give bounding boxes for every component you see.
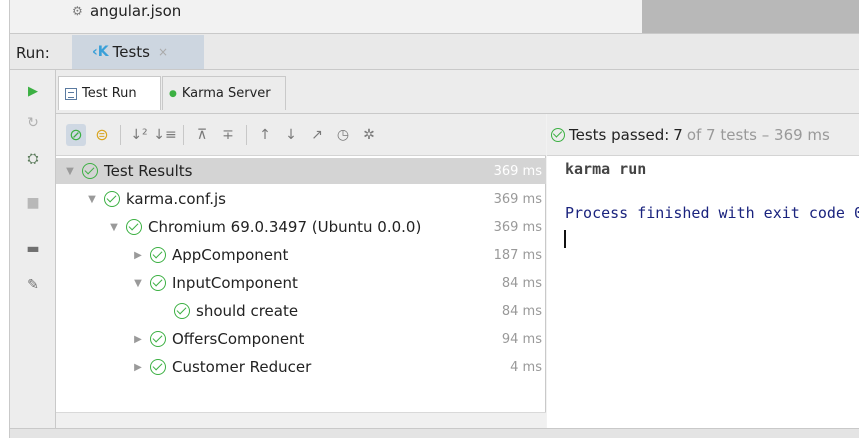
run-label: Run: xyxy=(16,44,50,62)
run-sub-tabs: Test Run ● Karma Server xyxy=(56,70,859,114)
chevron-right-icon[interactable]: ▶ xyxy=(132,362,144,373)
tree-row-time: 369 ms xyxy=(493,163,542,179)
chevron-down-icon[interactable]: ▼ xyxy=(108,222,120,233)
passed-check-icon xyxy=(174,303,190,319)
chevron-down-icon[interactable]: ▼ xyxy=(132,278,144,289)
console-command-line: karma run xyxy=(565,160,647,178)
console-process-line: Process finished with exit code 0 xyxy=(565,204,859,222)
tree-row-label: OffersComponent xyxy=(172,330,305,348)
tab-karma-server[interactable]: ● Karma Server xyxy=(162,76,286,110)
tree-row-should-create[interactable]: should create 84 ms xyxy=(56,298,546,324)
tab-karma-server-label: Karma Server xyxy=(181,86,271,101)
tree-row-karma-conf[interactable]: ▼ karma.conf.js 369 ms xyxy=(56,186,546,212)
tree-row-label: Customer Reducer xyxy=(172,358,312,376)
run-tool-window-header: Run: ‹K Tests × xyxy=(10,34,859,70)
passed-check-icon xyxy=(82,163,98,179)
tab-test-run[interactable]: Test Run xyxy=(58,76,161,110)
editor-area-placeholder xyxy=(642,0,859,33)
tab-tests[interactable]: ‹K Tests × xyxy=(72,35,204,69)
tab-tests-label: Tests xyxy=(112,43,150,61)
passed-check-icon xyxy=(150,247,166,263)
toolbar-separator xyxy=(246,124,247,145)
console-output[interactable]: karma run Process finished with exit cod… xyxy=(547,156,859,438)
tree-row-time: 84 ms xyxy=(501,303,542,319)
status-suffix: of 7 tests – 369 ms xyxy=(686,125,830,144)
tree-row-label: Test Results xyxy=(104,162,193,180)
chevron-down-icon[interactable]: ▼ xyxy=(86,194,98,205)
tree-row-time: 94 ms xyxy=(501,331,542,347)
karma-icon: ‹K xyxy=(92,44,109,60)
tree-row-time: 84 ms xyxy=(501,275,542,291)
tree-row-label: karma.conf.js xyxy=(126,190,226,208)
tree-row-time: 369 ms xyxy=(493,219,542,235)
chevron-down-icon[interactable]: ▼ xyxy=(64,166,76,177)
tab-test-run-label: Test Run xyxy=(82,86,137,101)
tree-row-label: AppComponent xyxy=(172,246,289,264)
collapse-all-icon[interactable]: ∓ xyxy=(218,124,238,146)
test-results-tree: ▼ Test Results 369 ms ▼ karma.conf.js 36… xyxy=(56,156,546,412)
passed-check-icon xyxy=(126,219,142,235)
tree-row-time: 369 ms xyxy=(493,191,542,207)
chevron-right-icon[interactable]: ▶ xyxy=(132,334,144,345)
toolbar-separator xyxy=(120,124,121,145)
status-prefix: Tests passed: xyxy=(569,125,670,144)
status-passed-count: 7 xyxy=(673,125,683,144)
export-icon[interactable]: ↗ xyxy=(307,124,327,146)
passed-check-icon xyxy=(150,359,166,375)
tree-row-app-component[interactable]: ▶ AppComponent 187 ms xyxy=(56,242,546,268)
run-actions-strip: ▶ ↻ ⛭ ■ ▬ ✎ xyxy=(10,70,56,438)
tree-row-offers-component[interactable]: ▶ OffersComponent 94 ms xyxy=(56,326,546,352)
tree-row-label: should create xyxy=(196,302,299,320)
debug-icon[interactable]: ⛭ xyxy=(24,150,42,168)
ide-window: ⚙ angular.json Run: ‹K Tests × ▶ ↻ ⛭ ■ ▬… xyxy=(0,0,859,438)
bottom-status-strip xyxy=(10,428,859,438)
tree-row-time: 187 ms xyxy=(493,247,542,263)
passed-check-icon xyxy=(104,191,120,207)
tree-row-chromium[interactable]: ▼ Chromium 69.0.3497 (Ubuntu 0.0.0) 369 … xyxy=(56,214,546,240)
tree-row-customer-reducer[interactable]: ▶ Customer Reducer 4 ms xyxy=(56,354,546,380)
tree-row-input-component[interactable]: ▼ InputComponent 84 ms xyxy=(56,270,546,296)
running-dot-icon: ● xyxy=(169,88,177,99)
project-file-item[interactable]: ⚙ angular.json xyxy=(72,2,181,20)
passed-check-icon xyxy=(551,127,565,142)
settings-gear-icon[interactable]: ✲ xyxy=(359,124,379,146)
passed-check-icon xyxy=(150,331,166,347)
tests-status-bar: Tests passed: 7 of 7 tests – 369 ms xyxy=(547,114,859,156)
stop-icon[interactable]: ■ xyxy=(24,194,42,212)
sort-duration-icon[interactable]: ↓≡ xyxy=(153,124,176,146)
pin-icon[interactable]: ✎ xyxy=(24,276,42,294)
tree-row-test-results[interactable]: ▼ Test Results 369 ms xyxy=(56,158,546,184)
chevron-right-icon[interactable]: ▶ xyxy=(132,250,144,261)
show-passed-icon[interactable]: ⊘ xyxy=(66,123,86,146)
expand-all-icon[interactable]: ⊼ xyxy=(192,124,212,146)
project-file-bar: ⚙ angular.json xyxy=(10,0,859,34)
previous-failed-icon[interactable]: ↑ xyxy=(255,124,275,146)
tree-row-label: InputComponent xyxy=(172,274,298,292)
json-file-icon: ⚙ xyxy=(72,4,83,18)
show-ignored-icon[interactable]: ⊜ xyxy=(92,124,112,146)
text-caret xyxy=(564,230,566,248)
tree-row-label: Chromium 69.0.3497 (Ubuntu 0.0.0) xyxy=(148,218,422,236)
left-edge xyxy=(0,0,10,438)
test-runner-toolbar: ⊘ ⊜ ↓² ↓≡ ⊼ ∓ ↑ ↓ ↗ ◷ ✲ xyxy=(56,114,546,156)
sort-alpha-icon[interactable]: ↓² xyxy=(129,124,149,146)
console-icon xyxy=(65,87,77,100)
history-icon[interactable]: ◷ xyxy=(333,124,353,146)
toolbar-separator xyxy=(183,124,184,145)
tree-row-time: 4 ms xyxy=(510,359,542,375)
play-icon[interactable]: ▶ xyxy=(24,82,42,100)
rerun-failed-icon[interactable]: ↻ xyxy=(24,114,42,132)
layout-icon[interactable]: ▬ xyxy=(24,240,42,258)
close-icon[interactable]: × xyxy=(158,45,168,59)
file-name-label: angular.json xyxy=(90,2,182,20)
next-failed-icon[interactable]: ↓ xyxy=(281,124,301,146)
passed-check-icon xyxy=(150,275,166,291)
